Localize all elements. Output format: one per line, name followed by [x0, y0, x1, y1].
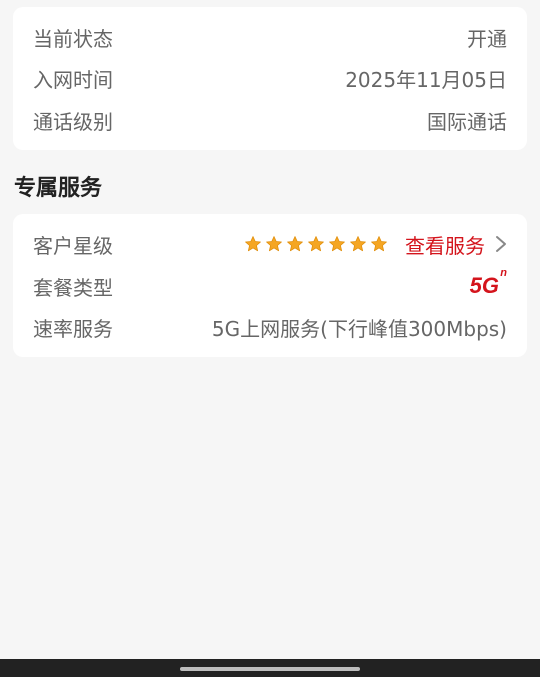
package-type-row: 套餐类型 5G n [33, 267, 507, 301]
status-card: 当前状态 开通 入网时间 2025年11月05日 通话级别 国际通话 [13, 7, 527, 150]
5g-badge-text: 5G [469, 273, 499, 298]
customer-level-row[interactable]: 客户星级 查看服务 [33, 229, 507, 259]
status-row: 当前状态 开通 [33, 22, 507, 52]
5g-badge-sup: n [500, 267, 507, 279]
view-service-link[interactable]: 查看服务 [405, 230, 507, 259]
star-icon [350, 236, 366, 252]
rate-service-row: 速率服务 5G上网服务(下行峰值300Mbps) [33, 312, 507, 342]
package-type-label: 套餐类型 [33, 275, 113, 300]
star-rating [244, 235, 388, 253]
customer-level-right: 查看服务 [244, 230, 507, 259]
join-date-label: 入网时间 [33, 67, 113, 92]
call-level-label: 通话级别 [33, 109, 113, 134]
star-icon [287, 236, 303, 252]
call-level-value: 国际通话 [427, 109, 507, 134]
status-label: 当前状态 [33, 26, 113, 51]
status-value: 开通 [467, 26, 507, 51]
star-icon [308, 236, 324, 252]
customer-level-label: 客户星级 [33, 233, 113, 258]
view-service-label: 查看服务 [405, 233, 485, 258]
join-date-row: 入网时间 2025年11月05日 [33, 63, 507, 93]
star-icon [266, 236, 282, 252]
5g-badge-icon: 5G n [469, 267, 507, 299]
home-indicator[interactable] [180, 667, 360, 671]
star-icon [329, 236, 345, 252]
rate-service-label: 速率服务 [33, 316, 113, 341]
services-card: 客户星级 查看服务 套餐类型 5G n 速率服务 5G上网服务(下行峰值300Mb… [13, 214, 527, 357]
rate-service-value: 5G上网服务(下行峰值300Mbps) [211, 316, 507, 341]
join-date-value: 2025年11月05日 [345, 67, 507, 92]
section-title: 专属服务 [14, 176, 103, 201]
star-icon [371, 236, 387, 252]
call-level-row: 通话级别 国际通话 [33, 105, 507, 135]
system-nav-bar [0, 659, 540, 677]
chevron-right-icon [496, 236, 506, 252]
star-icon [245, 236, 261, 252]
